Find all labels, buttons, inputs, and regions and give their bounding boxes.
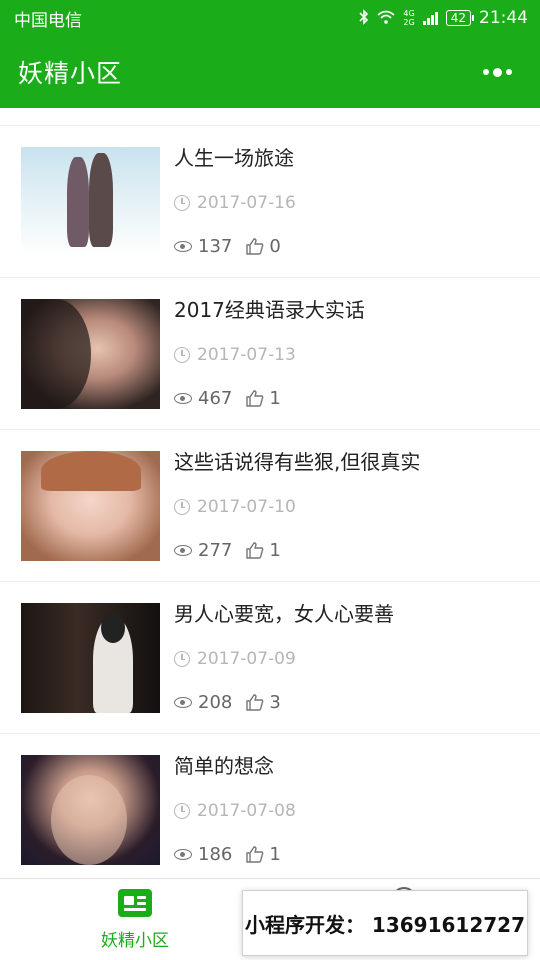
article-stats: 186 1: [174, 844, 296, 865]
carrier-label: 中国电信: [14, 10, 82, 31]
article-item[interactable]: 人生一场旅途 2017-07-16 137 0: [0, 126, 540, 278]
signal-icon: [422, 11, 438, 25]
article-date-row: 2017-07-13: [174, 345, 365, 365]
article-date: 2017-07-10: [197, 497, 296, 517]
network-type: 4G 2G: [403, 9, 414, 27]
like-count: 1: [269, 539, 281, 561]
nav-bar: 妖精小区: [0, 36, 540, 108]
article-item[interactable]: 2017经典语录大实话 2017-07-13 467 1: [0, 278, 540, 430]
like-count: 0: [269, 235, 281, 257]
article-stats: 467 1: [174, 388, 365, 409]
list-top-divider: [0, 108, 540, 126]
article-item[interactable]: 男人心要宽，女人心要善 2017-07-09 208 3: [0, 582, 540, 734]
article-date-row: 2017-07-10: [174, 497, 420, 517]
article-info: 简单的想念 2017-07-08 186 1: [174, 753, 296, 865]
like-count: 1: [269, 387, 281, 409]
view-count: 137: [198, 235, 233, 257]
article-list[interactable]: 人生一场旅途 2017-07-16 137 0 2017经典语录大实话 2017…: [0, 108, 540, 878]
status-bar: 中国电信 4G 2G 42 21:44: [0, 0, 540, 36]
network-type-bottom: 2G: [403, 18, 415, 27]
article-thumbnail: [21, 754, 160, 865]
article-title: 男人心要宽，女人心要善: [174, 601, 394, 626]
network-type-top: 4G: [403, 9, 415, 18]
article-item[interactable]: 简单的想念 2017-07-08 186 1: [0, 734, 540, 878]
article-title: 2017经典语录大实话: [174, 297, 365, 322]
clock-icon: [174, 499, 190, 515]
like-count: 1: [269, 843, 281, 865]
article-date-row: 2017-07-08: [174, 801, 296, 821]
eye-icon: [174, 240, 192, 252]
view-count: 467: [198, 387, 233, 409]
thumbs-up-icon: [246, 389, 264, 407]
article-date-row: 2017-07-16: [174, 193, 296, 213]
thumbs-up-icon: [246, 693, 264, 711]
eye-icon: [174, 544, 192, 556]
news-icon: [118, 889, 152, 917]
status-icons: 4G 2G 42 21:44: [359, 8, 528, 28]
view-count: 186: [198, 843, 233, 865]
view-count: 277: [198, 539, 233, 561]
thumbs-up-icon: [246, 845, 264, 863]
article-info: 男人心要宽，女人心要善 2017-07-09 208 3: [174, 601, 394, 713]
article-info: 2017经典语录大实话 2017-07-13 467 1: [174, 297, 365, 409]
article-thumbnail: [21, 450, 160, 561]
article-info: 这些话说得有些狠,但很真实 2017-07-10 277 1: [174, 449, 421, 561]
article-title: 简单的想念: [174, 753, 274, 778]
eye-icon: [174, 848, 192, 860]
clock-icon: [174, 195, 190, 211]
eye-icon: [174, 696, 192, 708]
like-count: 3: [269, 691, 281, 713]
article-title: 人生一场旅途: [174, 145, 294, 170]
tab-label: 妖精小区: [101, 931, 169, 951]
view-count: 208: [198, 691, 233, 713]
article-date: 2017-07-13: [197, 345, 296, 365]
article-date: 2017-07-16: [197, 193, 296, 213]
more-menu-button[interactable]: [477, 62, 518, 83]
article-info: 人生一场旅途 2017-07-16 137 0: [174, 145, 296, 257]
clock-icon: [174, 651, 190, 667]
eye-icon: [174, 392, 192, 404]
promo-text: 小程序开发： 13691612727: [244, 912, 526, 937]
article-stats: 137 0: [174, 236, 296, 257]
promo-banner: 小程序开发： 13691612727: [242, 890, 528, 956]
wifi-icon: [377, 10, 396, 27]
article-stats: 277 1: [174, 540, 420, 561]
article-item[interactable]: 这些话说得有些狠,但很真实 2017-07-10 277 1: [0, 430, 540, 582]
battery-icon: 42: [445, 10, 475, 26]
article-date: 2017-07-09: [197, 649, 296, 669]
thumbs-up-icon: [246, 237, 264, 255]
tab-home[interactable]: 妖精小区: [75, 889, 195, 951]
article-stats: 208 3: [174, 692, 394, 713]
article-thumbnail: [21, 146, 160, 257]
clock-icon: [174, 347, 190, 363]
article-date: 2017-07-08: [197, 801, 296, 821]
article-thumbnail: [21, 298, 160, 409]
article-title: 这些话说得有些狠,但很真实: [174, 449, 421, 474]
status-time: 21:44: [479, 8, 528, 28]
clock-icon: [174, 803, 190, 819]
thumbs-up-icon: [246, 541, 264, 559]
article-thumbnail: [21, 602, 160, 713]
article-date-row: 2017-07-09: [174, 649, 394, 669]
page-title: 妖精小区: [18, 59, 123, 88]
bluetooth-icon: [359, 8, 369, 28]
